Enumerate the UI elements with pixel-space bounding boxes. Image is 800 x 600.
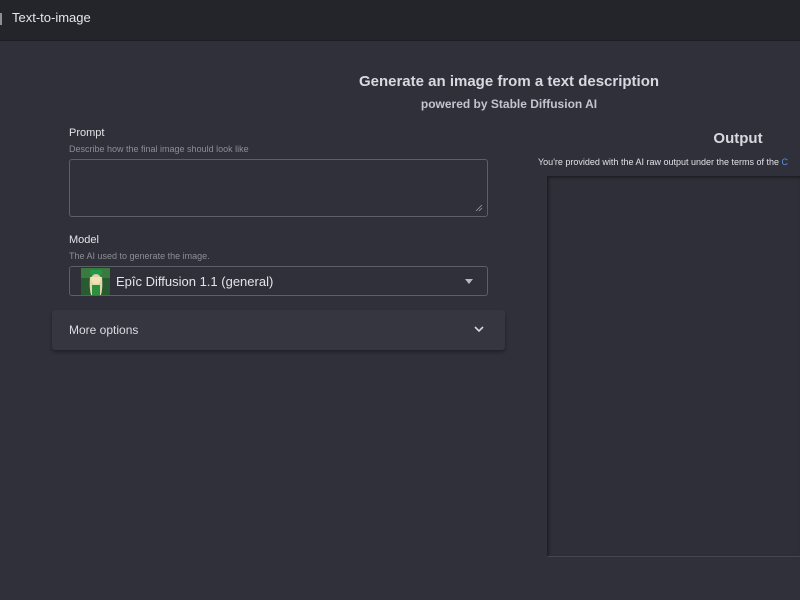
output-title: Output (713, 130, 763, 147)
prompt-label: Prompt (69, 127, 105, 139)
page-title: Generate an image from a text descriptio… (358, 73, 660, 90)
page-subtitle: powered by Stable Diffusion AI (420, 97, 598, 111)
resize-grip-icon[interactable] (475, 204, 483, 212)
chevron-down-icon[interactable] (473, 323, 485, 335)
output-terms: You're provided with the AI raw output u… (538, 157, 800, 167)
top-bar: Text-to-image (0, 0, 800, 41)
model-label: Model (69, 234, 99, 246)
output-image-area (547, 176, 800, 557)
model-thumbnail-image (81, 268, 110, 295)
app-title: Text-to-image (12, 10, 91, 25)
model-selected-value: Epîc Diffusion 1.1 (general) (116, 274, 274, 289)
output-terms-text: You're provided with the AI raw output u… (538, 157, 782, 167)
caret-down-icon[interactable] (465, 279, 473, 284)
terms-link[interactable]: C (782, 157, 789, 167)
menu-edge-icon[interactable] (0, 13, 2, 25)
prompt-hint: Describe how the final image should look… (69, 144, 249, 154)
prompt-textarea[interactable] (69, 159, 488, 217)
more-options-expander[interactable]: More options (52, 310, 505, 350)
model-select[interactable]: Epîc Diffusion 1.1 (general) (69, 266, 488, 296)
more-options-label: More options (69, 323, 139, 337)
model-hint: The AI used to generate the image. (69, 251, 210, 261)
